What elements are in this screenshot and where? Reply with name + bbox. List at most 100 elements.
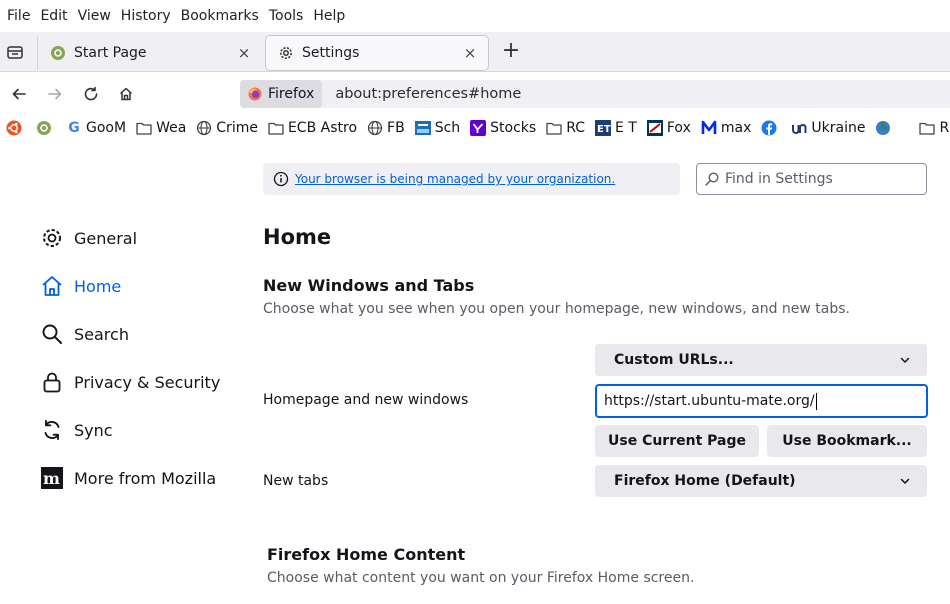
new-windows-tabs-title: New Windows and Tabs xyxy=(263,276,475,295)
bookmark-fb[interactable]: FB xyxy=(367,120,405,136)
category-label: More from Mozilla xyxy=(74,468,217,488)
menu-view[interactable]: View xyxy=(73,0,116,32)
new-tabs-dropdown[interactable]: Firefox Home (Default) xyxy=(595,465,927,497)
ukraine-site-icon xyxy=(791,120,807,136)
bookmark-label: GooM xyxy=(86,120,127,136)
tab-settings[interactable]: Settings × xyxy=(266,36,488,70)
bookmark-max[interactable]: max xyxy=(701,120,752,136)
globe-icon xyxy=(196,120,212,136)
sync-icon xyxy=(40,418,64,442)
url-bar[interactable]: Firefox about:preferences#home xyxy=(240,80,950,108)
google-icon: G xyxy=(68,120,80,136)
menu-help[interactable]: Help xyxy=(308,0,350,32)
bookmark-facebook[interactable] xyxy=(761,120,781,136)
new-tabs-value: Firefox Home (Default) xyxy=(614,473,796,489)
gear-icon xyxy=(40,226,64,250)
use-bookmark-button[interactable]: Use Bookmark... xyxy=(767,425,927,457)
url-text[interactable]: about:preferences#home xyxy=(335,86,521,102)
bookmark-ubuntu-mate[interactable] xyxy=(36,120,56,136)
back-arrow-icon xyxy=(12,88,26,100)
search-icon xyxy=(705,172,719,186)
home-icon xyxy=(119,87,133,101)
bookmark-et[interactable]: ET E T xyxy=(595,120,637,136)
bookmark-earth[interactable] xyxy=(875,120,895,136)
category-home[interactable]: Home xyxy=(40,270,121,302)
category-label: Privacy & Security xyxy=(74,372,221,392)
info-icon xyxy=(273,171,289,187)
category-search[interactable]: Search xyxy=(40,318,129,350)
facebook-icon xyxy=(761,120,777,136)
identity-box[interactable]: Firefox xyxy=(240,80,323,108)
close-icon[interactable]: × xyxy=(462,45,478,61)
menu-file[interactable]: File xyxy=(2,0,35,32)
new-windows-tabs-description: Choose what you see when you open your h… xyxy=(263,301,851,317)
close-icon[interactable]: × xyxy=(236,45,252,61)
back-button[interactable] xyxy=(6,81,32,107)
menu-tools[interactable]: Tools xyxy=(264,0,309,32)
tab-title: Settings xyxy=(302,45,360,61)
find-in-settings-field[interactable]: Find in Settings xyxy=(696,163,927,195)
identity-label: Firefox xyxy=(268,86,315,102)
bookmark-ukraine[interactable]: Ukraine xyxy=(791,120,865,136)
page-title: Home xyxy=(263,225,332,249)
category-label: General xyxy=(74,228,138,248)
category-more-from-mozilla[interactable]: m More from Mozilla xyxy=(40,462,216,494)
search-icon xyxy=(40,322,64,346)
use-current-page-button[interactable]: Use Current Page xyxy=(595,425,759,457)
bookmark-fox[interactable]: Fox xyxy=(646,120,691,136)
text-caret xyxy=(815,392,817,410)
bookmark-folder-rc[interactable]: RC xyxy=(546,120,585,136)
ubuntu-icon xyxy=(6,120,22,136)
category-sync[interactable]: Sync xyxy=(40,414,113,446)
firefox-logo-icon xyxy=(248,87,262,101)
bookmark-folder-wea[interactable]: Wea xyxy=(136,120,186,136)
lock-icon xyxy=(40,370,64,394)
new-tab-button[interactable]: + xyxy=(498,39,524,65)
category-privacy-security[interactable]: Privacy & Security xyxy=(40,366,220,398)
fox-news-icon xyxy=(646,120,663,136)
bookmark-crime[interactable]: Crime xyxy=(196,120,258,136)
chevron-down-icon xyxy=(900,478,910,484)
bookmark-sch[interactable]: Sch xyxy=(414,120,460,136)
find-placeholder: Find in Settings xyxy=(725,171,833,187)
policies-link[interactable]: Your browser is being managed by your or… xyxy=(295,172,615,186)
forward-button[interactable] xyxy=(42,81,68,107)
bookmark-label: Fox xyxy=(666,120,691,136)
category-general[interactable]: General xyxy=(40,222,137,254)
bookmark-stocks[interactable]: Stocks xyxy=(470,120,536,136)
bookmark-ubuntu[interactable] xyxy=(6,120,26,136)
category-label: Sync xyxy=(74,420,113,440)
menu-edit[interactable]: Edit xyxy=(35,0,72,32)
category-label: Search xyxy=(74,324,129,344)
bookmark-label: Crime xyxy=(216,120,258,136)
bookmark-label: Ukraine xyxy=(811,120,866,136)
reload-button[interactable] xyxy=(78,81,104,107)
tab-start-page[interactable]: Start Page × xyxy=(38,36,262,70)
tab-list-button[interactable] xyxy=(2,39,28,65)
home-content-title: Firefox Home Content xyxy=(267,545,466,564)
menu-history[interactable]: History xyxy=(116,0,176,32)
navigation-bar: Firefox about:preferences#home xyxy=(0,73,950,115)
bookmark-goom[interactable]: G GooM xyxy=(66,120,126,136)
home-icon xyxy=(40,274,64,298)
homepage-label: Homepage and new windows xyxy=(263,392,469,408)
ubuntu-mate-icon xyxy=(36,120,52,136)
homepage-mode-dropdown[interactable]: Custom URLs... xyxy=(595,344,927,376)
bookmark-label: Stocks xyxy=(490,120,537,136)
ubuntu-mate-icon xyxy=(50,45,66,61)
homepage-url-input[interactable]: https://start.ubuntu-mate.org/ xyxy=(595,384,928,418)
home-button[interactable] xyxy=(113,81,139,107)
earth-icon xyxy=(875,120,891,136)
bookmark-folder-ecb-astro[interactable]: ECB Astro xyxy=(268,120,357,136)
bookmark-label: max xyxy=(720,120,752,136)
folder-icon xyxy=(919,120,936,136)
reload-icon xyxy=(84,86,98,101)
new-tabs-label: New tabs xyxy=(263,473,329,489)
chevron-down-icon xyxy=(900,357,910,363)
menu-bookmarks[interactable]: Bookmarks xyxy=(176,0,264,32)
homepage-url-value: https://start.ubuntu-mate.org/ xyxy=(604,393,815,409)
bookmark-folder-reh[interactable]: REH xyxy=(919,120,950,136)
max-icon xyxy=(701,120,717,136)
folder-icon xyxy=(268,120,284,136)
bookmark-label: RC xyxy=(566,120,586,136)
